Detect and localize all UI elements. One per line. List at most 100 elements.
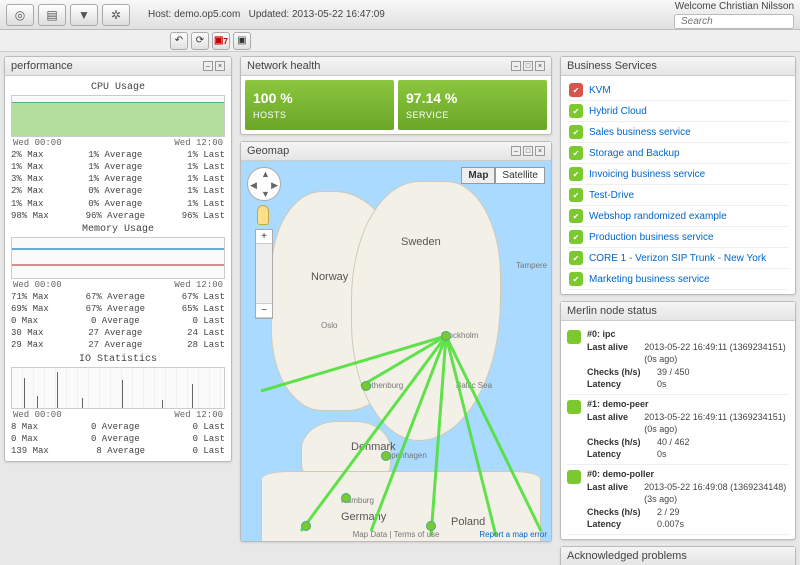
business-service-item[interactable]: ✔ Hybrid Cloud (567, 101, 789, 122)
shield-icon (567, 330, 581, 344)
service-name: Production business service (589, 232, 714, 243)
shield-icon: ✔ (569, 272, 583, 286)
ack-title: Acknowledged problems (567, 550, 687, 562)
shield-icon: ✔ (569, 209, 583, 223)
panel-max-icon[interactable]: □ (523, 146, 533, 156)
search-input[interactable] (674, 14, 794, 29)
stat-row: 2% Max1% Average1% Last (11, 149, 225, 161)
stat-row: 30 Max27 Average24 Last (11, 327, 225, 339)
cpu-graph (11, 95, 225, 137)
merlin-node: #1: demo-peerLast alive2013-05-22 16:49:… (567, 395, 789, 465)
network-health-panel: Network health –□× 100 % HOSTS 97.14 % S… (240, 56, 552, 135)
hosts-health: 100 % HOSTS (245, 80, 394, 130)
shield-icon: ✔ (569, 188, 583, 202)
business-service-item[interactable]: ✔ Storage and Backup (567, 143, 789, 164)
service-alert-icon[interactable]: ▣ (233, 32, 251, 50)
business-service-item[interactable]: ✔Invoicing business service (567, 164, 789, 185)
sub-toolbar: ↶ ⟳ ▣7 ▣ (0, 30, 800, 52)
map-pan-control[interactable]: ▲▼◀▶ (247, 167, 281, 201)
map-zoom-control[interactable]: + − (255, 229, 273, 319)
business-service-item[interactable]: ✔ Marketing business service (567, 269, 789, 290)
shield-icon: ✔ (569, 146, 583, 160)
shield-icon: ✔ (569, 104, 583, 118)
zoom-in-icon[interactable]: + (256, 230, 272, 244)
map-report-error[interactable]: Report a map error (479, 530, 547, 539)
service-name: Invoicing business service (589, 169, 705, 180)
shield-icon: ✔ (569, 230, 583, 244)
business-service-item[interactable]: ✔ Sales business service (567, 122, 789, 143)
service-name: Hybrid Cloud (589, 106, 647, 117)
panel-min-icon[interactable]: – (203, 61, 213, 71)
panel-close-icon[interactable]: × (535, 146, 545, 156)
shield-icon (567, 400, 581, 414)
io-title: IO Statistics (11, 354, 225, 365)
business-services-panel: Business Services ✔ KVM ✔ Hybrid Cloud ✔ Sale… (560, 56, 796, 295)
map-type-map[interactable]: Map (461, 167, 495, 184)
eye-icon[interactable]: ◎ (6, 4, 34, 26)
panel-min-icon[interactable]: – (511, 146, 521, 156)
geomap-panel: Geomap –□× Sweden Norway Denmark Germany… (240, 141, 552, 542)
shield-icon (567, 470, 581, 484)
welcome-block: Welcome Christian Nilsson (674, 1, 794, 29)
panel-close-icon[interactable]: × (535, 61, 545, 71)
ack-panel: Acknowledged problems CRITICAL 9 Acknowl… (560, 546, 796, 565)
merlin-panel: Merlin node status #0: ipcLast alive2013… (560, 301, 796, 540)
io-graph (11, 367, 225, 409)
stat-row: 1% Max0% Average1% Last (11, 198, 225, 210)
stat-row: 2% Max0% Average1% Last (11, 185, 225, 197)
service-name: CORE 1 - Verizon SIP Trunk - New York (589, 253, 766, 264)
host-info: Host: demo.op5.com Updated: 2013-05-22 1… (148, 9, 385, 20)
stat-row: 3% Max1% Average1% Last (11, 173, 225, 185)
business-service-item[interactable]: ✔ Test-Drive (567, 185, 789, 206)
service-name: Storage and Backup (589, 148, 680, 159)
zoom-out-icon[interactable]: − (256, 304, 272, 318)
stat-row: 69% Max67% Average65% Last (11, 303, 225, 315)
map[interactable]: Sweden Norway Denmark Germany Poland Osl… (241, 161, 551, 541)
map-type-satellite[interactable]: Satellite (495, 167, 545, 184)
back-icon[interactable]: ↶ (170, 32, 188, 50)
stat-row: 0 Max0 Average0 Last (11, 315, 225, 327)
clipboard-icon[interactable]: ▤ (38, 4, 66, 26)
service-name: KVM (589, 85, 611, 96)
gear-icon[interactable]: ✲ (102, 4, 130, 26)
mem-graph (11, 237, 225, 279)
refresh-icon[interactable]: ⟳ (191, 32, 209, 50)
merlin-node: #0: ipcLast alive2013-05-22 16:49:11 (13… (567, 325, 789, 395)
performance-title: performance (11, 60, 73, 72)
filter-icon[interactable]: ▼ (70, 4, 98, 26)
stat-row: 98% Max96% Average96% Last (11, 210, 225, 222)
business-service-item[interactable]: ✔ Webshop randomized example (567, 206, 789, 227)
service-name: Marketing business service (589, 274, 710, 285)
top-toolbar: ◎ ▤ ▼ ✲ Host: demo.op5.com Updated: 2013… (0, 0, 800, 30)
stat-row: 8 Max0 Average0 Last (11, 421, 225, 433)
host-alert-icon[interactable]: ▣7 (212, 32, 230, 50)
shield-icon: ✔ (569, 83, 583, 97)
panel-close-icon[interactable]: × (215, 61, 225, 71)
service-health: 97.14 % SERVICE (398, 80, 547, 130)
panel-min-icon[interactable]: – (511, 61, 521, 71)
merlin-title: Merlin node status (567, 305, 657, 317)
service-name: Webshop randomized example (589, 211, 727, 222)
merlin-node: #0: demo-pollerLast alive2013-05-22 16:4… (567, 465, 789, 535)
stat-row: 0 Max0 Average0 Last (11, 433, 225, 445)
business-service-item[interactable]: ✔ KVM (567, 80, 789, 101)
stat-row: 29 Max27 Average28 Last (11, 339, 225, 351)
streetview-peg-icon[interactable] (257, 205, 269, 225)
stat-row: 1% Max1% Average1% Last (11, 161, 225, 173)
service-name: Sales business service (589, 127, 691, 138)
stat-row: 139 Max8 Average0 Last (11, 445, 225, 457)
geomap-title: Geomap (247, 145, 289, 157)
cpu-title: CPU Usage (11, 82, 225, 93)
service-name: Test-Drive (589, 190, 634, 201)
business-services-title: Business Services (567, 60, 657, 72)
business-service-item[interactable]: ✔ Production business service (567, 227, 789, 248)
mem-title: Memory Usage (11, 224, 225, 235)
shield-icon: ✔ (569, 125, 583, 139)
welcome-text: Welcome Christian Nilsson (674, 1, 794, 12)
performance-panel: performance –× CPU Usage Wed 00:00Wed 12… (4, 56, 232, 462)
shield-icon: ✔ (569, 251, 583, 265)
network-health-title: Network health (247, 60, 320, 72)
business-service-item[interactable]: ✔ CORE 1 - Verizon SIP Trunk - New York (567, 248, 789, 269)
panel-max-icon[interactable]: □ (523, 61, 533, 71)
map-footer[interactable]: Map Data | Terms of use (353, 530, 440, 539)
